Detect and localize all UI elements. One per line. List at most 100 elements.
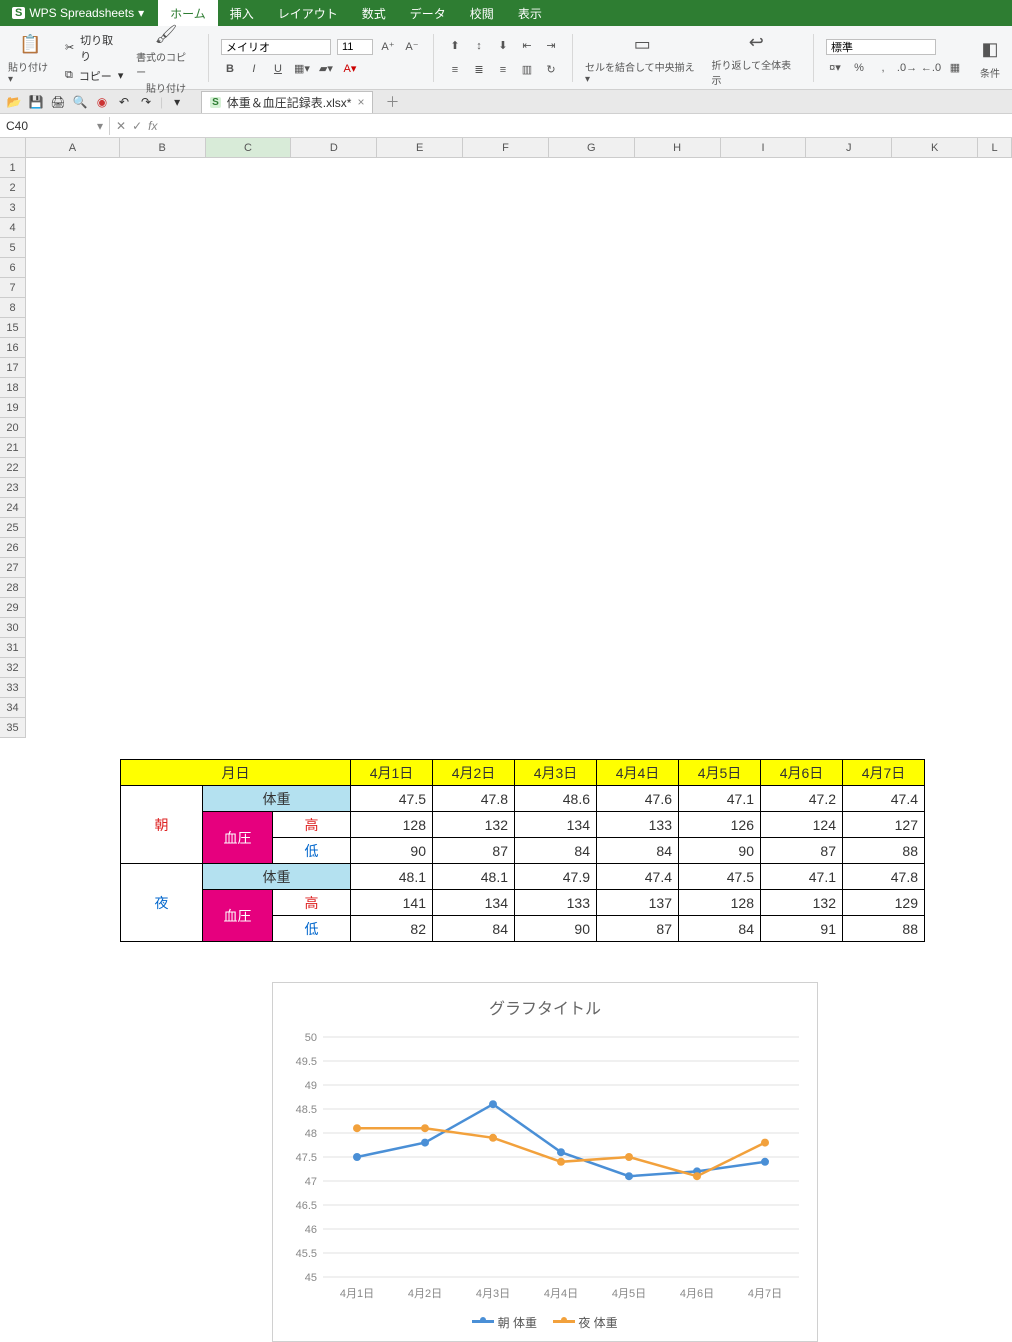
header-d4[interactable]: 4月4日	[597, 760, 679, 786]
font-size-input[interactable]	[337, 39, 373, 55]
col-header-B[interactable]: B	[120, 138, 206, 158]
align-right-icon[interactable]: ≡	[494, 61, 512, 79]
cell[interactable]: 47.5	[679, 864, 761, 890]
cell[interactable]: 88	[843, 838, 925, 864]
header-d3[interactable]: 4月3日	[515, 760, 597, 786]
menu-tab-2[interactable]: レイアウト	[266, 0, 350, 26]
chart[interactable]: グラフタイトル 4545.54646.54747.54848.54949.550…	[272, 982, 818, 1342]
cell[interactable]: 47.2	[761, 786, 843, 812]
cell[interactable]: 47.4	[843, 786, 925, 812]
cell[interactable]: 88	[843, 916, 925, 942]
bold-button[interactable]: B	[221, 60, 239, 78]
new-tab-button[interactable]: ＋	[385, 92, 399, 112]
cell[interactable]: 84	[597, 838, 679, 864]
cell[interactable]: 127	[843, 812, 925, 838]
cell[interactable]: 132	[761, 890, 843, 916]
undo-icon[interactable]: ↶	[116, 94, 132, 110]
row-header-8[interactable]: 8	[0, 298, 26, 318]
m-bp-label[interactable]: 血圧	[203, 812, 273, 864]
cell[interactable]: 84	[433, 916, 515, 942]
name-box-dropdown-icon[interactable]: ▾	[97, 119, 103, 133]
merge-group[interactable]: ▭ セルを結合して中央揃え▾	[585, 30, 700, 85]
comma-icon[interactable]: ,	[874, 59, 892, 77]
cell[interactable]: 126	[679, 812, 761, 838]
header-d6[interactable]: 4月6日	[761, 760, 843, 786]
col-header-G[interactable]: G	[549, 138, 635, 158]
cell[interactable]: 90	[679, 838, 761, 864]
wrap-group[interactable]: ↩ 折り返して全体表示	[711, 28, 801, 87]
cell[interactable]: 134	[515, 812, 597, 838]
row-header-30[interactable]: 30	[0, 618, 26, 638]
app-menu-dropdown-icon[interactable]: ▾	[138, 6, 144, 20]
cell[interactable]: 47.4	[597, 864, 679, 890]
cell-style-icon[interactable]: ▦	[946, 59, 964, 77]
row-header-35[interactable]: 35	[0, 718, 26, 738]
align-bottom-icon[interactable]: ⬇	[494, 37, 512, 55]
cond-format-group[interactable]: ◧ 条件	[976, 36, 1004, 80]
cell[interactable]: 91	[761, 916, 843, 942]
morning-label[interactable]: 朝	[121, 786, 203, 864]
row-header-34[interactable]: 34	[0, 698, 26, 718]
col-header-L[interactable]: L	[978, 138, 1012, 158]
row-header-1[interactable]: 1	[0, 158, 26, 178]
fx-icon[interactable]: fx	[148, 119, 157, 133]
font-name-input[interactable]	[221, 39, 331, 55]
decimal-inc-icon[interactable]: .0→	[898, 59, 916, 77]
row-header-4[interactable]: 4	[0, 218, 26, 238]
cut-button[interactable]: ✂切り取り	[65, 32, 124, 64]
cell[interactable]: 134	[433, 890, 515, 916]
cell[interactable]: 47.5	[351, 786, 433, 812]
redo-icon[interactable]: ↷	[138, 94, 154, 110]
cell[interactable]: 141	[351, 890, 433, 916]
menu-tab-5[interactable]: 校閲	[458, 0, 506, 26]
export-pdf-icon[interactable]: ◉	[94, 94, 110, 110]
cell[interactable]: 82	[351, 916, 433, 942]
align-top-icon[interactable]: ⬆	[446, 37, 464, 55]
print-preview-icon[interactable]: 🔍	[72, 94, 88, 110]
paste-icon[interactable]: 📋	[16, 30, 44, 58]
col-header-F[interactable]: F	[463, 138, 549, 158]
menu-tab-1[interactable]: 挿入	[218, 0, 266, 26]
align-left-icon[interactable]: ≡	[446, 61, 464, 79]
percent-icon[interactable]: %	[850, 59, 868, 77]
formula-input[interactable]	[163, 116, 1012, 135]
col-header-D[interactable]: D	[291, 138, 377, 158]
menu-tab-4[interactable]: データ	[398, 0, 458, 26]
customize-qat-icon[interactable]: ▾	[169, 94, 185, 110]
cell[interactable]: 84	[515, 838, 597, 864]
open-icon[interactable]: 📂	[6, 94, 22, 110]
cell[interactable]: 87	[761, 838, 843, 864]
row-header-6[interactable]: 6	[0, 258, 26, 278]
col-header-C[interactable]: C	[206, 138, 292, 158]
cell[interactable]: 133	[597, 812, 679, 838]
row-header-22[interactable]: 22	[0, 458, 26, 478]
col-header-K[interactable]: K	[892, 138, 978, 158]
cell[interactable]: 84	[679, 916, 761, 942]
col-header-E[interactable]: E	[377, 138, 463, 158]
row-header-27[interactable]: 27	[0, 558, 26, 578]
orientation-icon[interactable]: ↻	[542, 61, 560, 79]
row-header-28[interactable]: 28	[0, 578, 26, 598]
row-header-18[interactable]: 18	[0, 378, 26, 398]
menu-tab-3[interactable]: 数式	[350, 0, 398, 26]
cell[interactable]: 47.1	[679, 786, 761, 812]
align-middle-icon[interactable]: ↕	[470, 37, 488, 55]
header-d5[interactable]: 4月5日	[679, 760, 761, 786]
m-high-label[interactable]: 高	[273, 812, 351, 838]
col-header-I[interactable]: I	[721, 138, 807, 158]
row-header-3[interactable]: 3	[0, 198, 26, 218]
cell[interactable]: 47.1	[761, 864, 843, 890]
indent-decrease-icon[interactable]: ⇤	[518, 37, 536, 55]
cell[interactable]: 47.8	[843, 864, 925, 890]
cell[interactable]: 48.6	[515, 786, 597, 812]
cell[interactable]: 87	[597, 916, 679, 942]
copy-button[interactable]: ⧉コピー▾	[65, 68, 124, 84]
select-all-corner[interactable]	[0, 138, 26, 158]
row-header-25[interactable]: 25	[0, 518, 26, 538]
cell[interactable]: 132	[433, 812, 515, 838]
cell[interactable]: 47.6	[597, 786, 679, 812]
cell[interactable]: 47.9	[515, 864, 597, 890]
cell[interactable]: 137	[597, 890, 679, 916]
cell[interactable]: 48.1	[433, 864, 515, 890]
row-header-26[interactable]: 26	[0, 538, 26, 558]
